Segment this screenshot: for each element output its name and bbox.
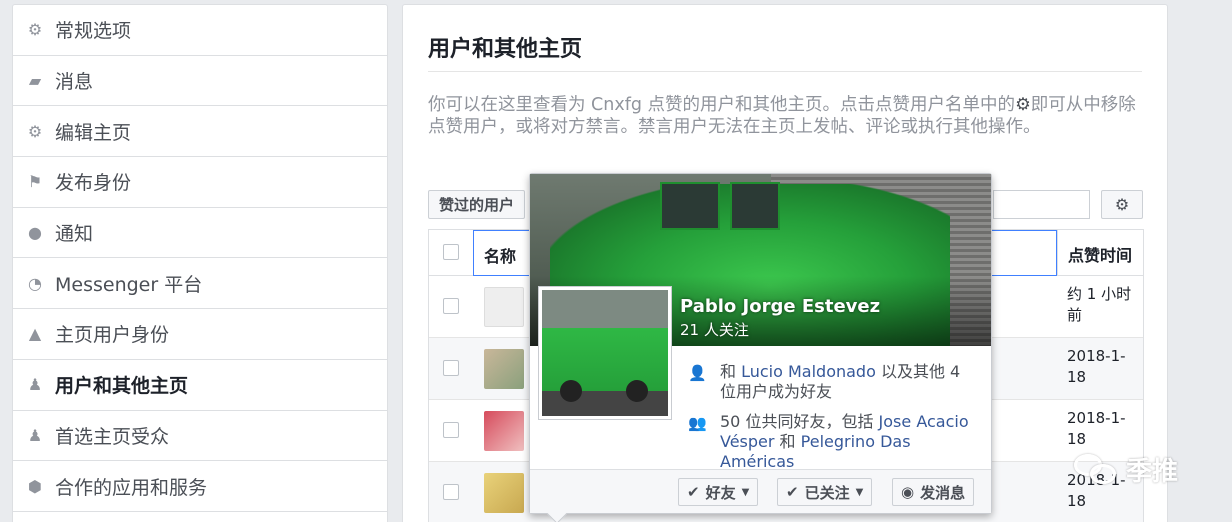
chevron-down-icon: ▼ <box>855 486 864 498</box>
mutual-friends-line: 👥 50 位共同好友，包括 Jose Acacio Vésper 和 Peleg… <box>688 412 978 472</box>
like-time: 2018-1-18 <box>1067 347 1126 386</box>
checkmark-icon: ✔ <box>786 483 799 501</box>
follower-count: 21 人关注 <box>680 321 749 339</box>
sidebar-item[interactable]: ⚑ 发布身份 <box>13 157 387 208</box>
gear-icon: ⚙ <box>1114 195 1130 214</box>
settings-sidebar: ⚙ 常规选项 ▰ 消息 ⚙ 编辑主页 ⚑ 发布身份 ● 通知 ◔ Messenger 平台 ▲ 主页用户身… <box>12 4 388 522</box>
sidebar-item[interactable]: ▰ 消息 <box>13 56 387 107</box>
page-description: 你可以在这里查看为 Cnxfg 点赞的用户和其他主页。点击点赞用户名单中的⚙即可… <box>428 94 1148 138</box>
sidebar-item[interactable]: ● 通知 <box>13 208 387 259</box>
profile-hovercard: Pablo Jorge Estevez 21 人关注 👤 和 Lucio Mal… <box>529 173 992 522</box>
gear-icon: ⚙ <box>27 20 43 40</box>
cover-photo-window <box>730 182 780 230</box>
person-icon: ▲ <box>28 324 42 344</box>
sidebar-item-label: 主页用户身份 <box>55 324 170 347</box>
checkmark-icon: ✔ <box>687 483 700 501</box>
profile-name[interactable]: Pablo Jorge Estevez <box>680 296 880 317</box>
sidebar-item-label: 编辑主页 <box>55 121 132 144</box>
mutual-mid: 和 <box>774 432 801 451</box>
sidebar-item[interactable]: ▲ 主页用户身份 <box>13 309 387 360</box>
search-input[interactable] <box>993 190 1090 219</box>
sidebar-item-label: 发布身份 <box>55 172 132 195</box>
profile-picture-image <box>542 290 668 416</box>
row-checkbox[interactable] <box>443 298 459 314</box>
page-title: 用户和其他主页 <box>428 37 583 62</box>
friends-button-label: 好友 <box>705 483 736 502</box>
friends-with-line: 👤 和 Lucio Maldonado 以及其他 4 位用户成为好友 <box>688 362 978 402</box>
friends-with-prefix: 和 <box>720 362 742 381</box>
row-checkbox[interactable] <box>443 422 459 438</box>
divider <box>428 71 1142 72</box>
like-time: 2018-1-18 <box>1067 409 1126 448</box>
sidebar-item[interactable]: ♟ 首选主页受众 <box>13 411 387 462</box>
watermark-text: 季推 <box>1126 456 1179 487</box>
message-button[interactable]: ◉ 发消息 <box>892 478 975 506</box>
sidebar-item[interactable]: ◔ Messenger 平台 <box>13 258 387 310</box>
friends-button[interactable]: ✔ 好友 ▼ <box>678 478 759 506</box>
mutual-friends-icon: 👥 <box>688 414 707 432</box>
avatar[interactable] <box>484 411 524 451</box>
sidebar-item[interactable]: ⚙ 常规选项 <box>13 5 387 56</box>
messenger-icon: ◉ <box>901 483 915 501</box>
chat-bubbles-icon: ▰ <box>28 71 42 91</box>
cover-photo-window <box>660 182 720 230</box>
friends-with-text: 和 Lucio Maldonado 以及其他 4 位用户成为好友 <box>720 362 978 402</box>
add-person-icon: ♟ <box>27 425 43 445</box>
sidebar-item-label: 通知 <box>55 223 94 246</box>
hovercard-actions: ✔ 好友 ▼ ✔ 已关注 ▼ ◉ 发消息 <box>530 469 991 513</box>
globe-icon: ● <box>28 223 42 243</box>
row-checkbox[interactable] <box>443 484 459 500</box>
avatar[interactable] <box>484 349 524 389</box>
sidebar-item-label: Messenger 平台 <box>55 273 203 296</box>
watermark: 季推 <box>1072 450 1178 488</box>
following-button[interactable]: ✔ 已关注 ▼ <box>777 478 873 506</box>
like-time: 约 1 小时前 <box>1067 285 1132 324</box>
description-text-1: 你可以在这里查看为 Cnxfg 点赞的用户和其他主页。点击点赞用户名单中的 <box>428 95 1016 115</box>
add-friend-icon: 👤 <box>688 364 707 382</box>
chevron-down-icon: ▼ <box>741 486 750 498</box>
row-checkbox[interactable] <box>443 360 459 376</box>
messenger-icon: ◔ <box>28 273 42 293</box>
sidebar-item[interactable]: ♟ 用户和其他主页 <box>13 360 387 411</box>
sidebar-item[interactable]: ⚙ 编辑主页 <box>13 106 387 158</box>
filter-label: 赞过的用户 <box>439 196 515 214</box>
mutual-friends-text: 50 位共同好友，包括 Jose Acacio Vésper 和 Pelegri… <box>720 412 978 472</box>
select-all-checkbox[interactable] <box>443 244 459 260</box>
flag-icon: ⚑ <box>27 172 43 192</box>
cube-icon: ⬢ <box>28 476 42 496</box>
avatar[interactable] <box>484 287 524 327</box>
profile-picture[interactable] <box>538 286 672 420</box>
following-button-label: 已关注 <box>804 483 850 502</box>
gear-icon: ⚙ <box>27 121 43 141</box>
filter-dropdown-button[interactable]: 赞过的用户 <box>428 190 526 219</box>
column-header-time[interactable]: 点赞时间 <box>1057 230 1145 276</box>
sidebar-item-label: 合作的应用和服务 <box>55 476 208 499</box>
message-button-label: 发消息 <box>920 483 966 502</box>
mutual-prefix: 50 位共同好友，包括 <box>720 412 879 431</box>
wechat-logo-icon <box>1072 450 1118 488</box>
gear-icon: ⚙ <box>1015 95 1031 115</box>
sidebar-item-label: 消息 <box>55 71 94 94</box>
sidebar-item-label: 用户和其他主页 <box>55 375 189 398</box>
sidebar-item-label: 首选主页受众 <box>55 425 170 448</box>
sidebar-item-label: 常规选项 <box>55 20 132 43</box>
sidebar-item[interactable]: ⬢ 合作的应用和服务 <box>13 461 387 512</box>
avatar[interactable] <box>484 473 524 513</box>
friend-link[interactable]: Lucio Maldonado <box>741 362 876 381</box>
add-person-icon: ♟ <box>27 375 43 395</box>
settings-gear-button[interactable]: ⚙ <box>1101 190 1143 219</box>
